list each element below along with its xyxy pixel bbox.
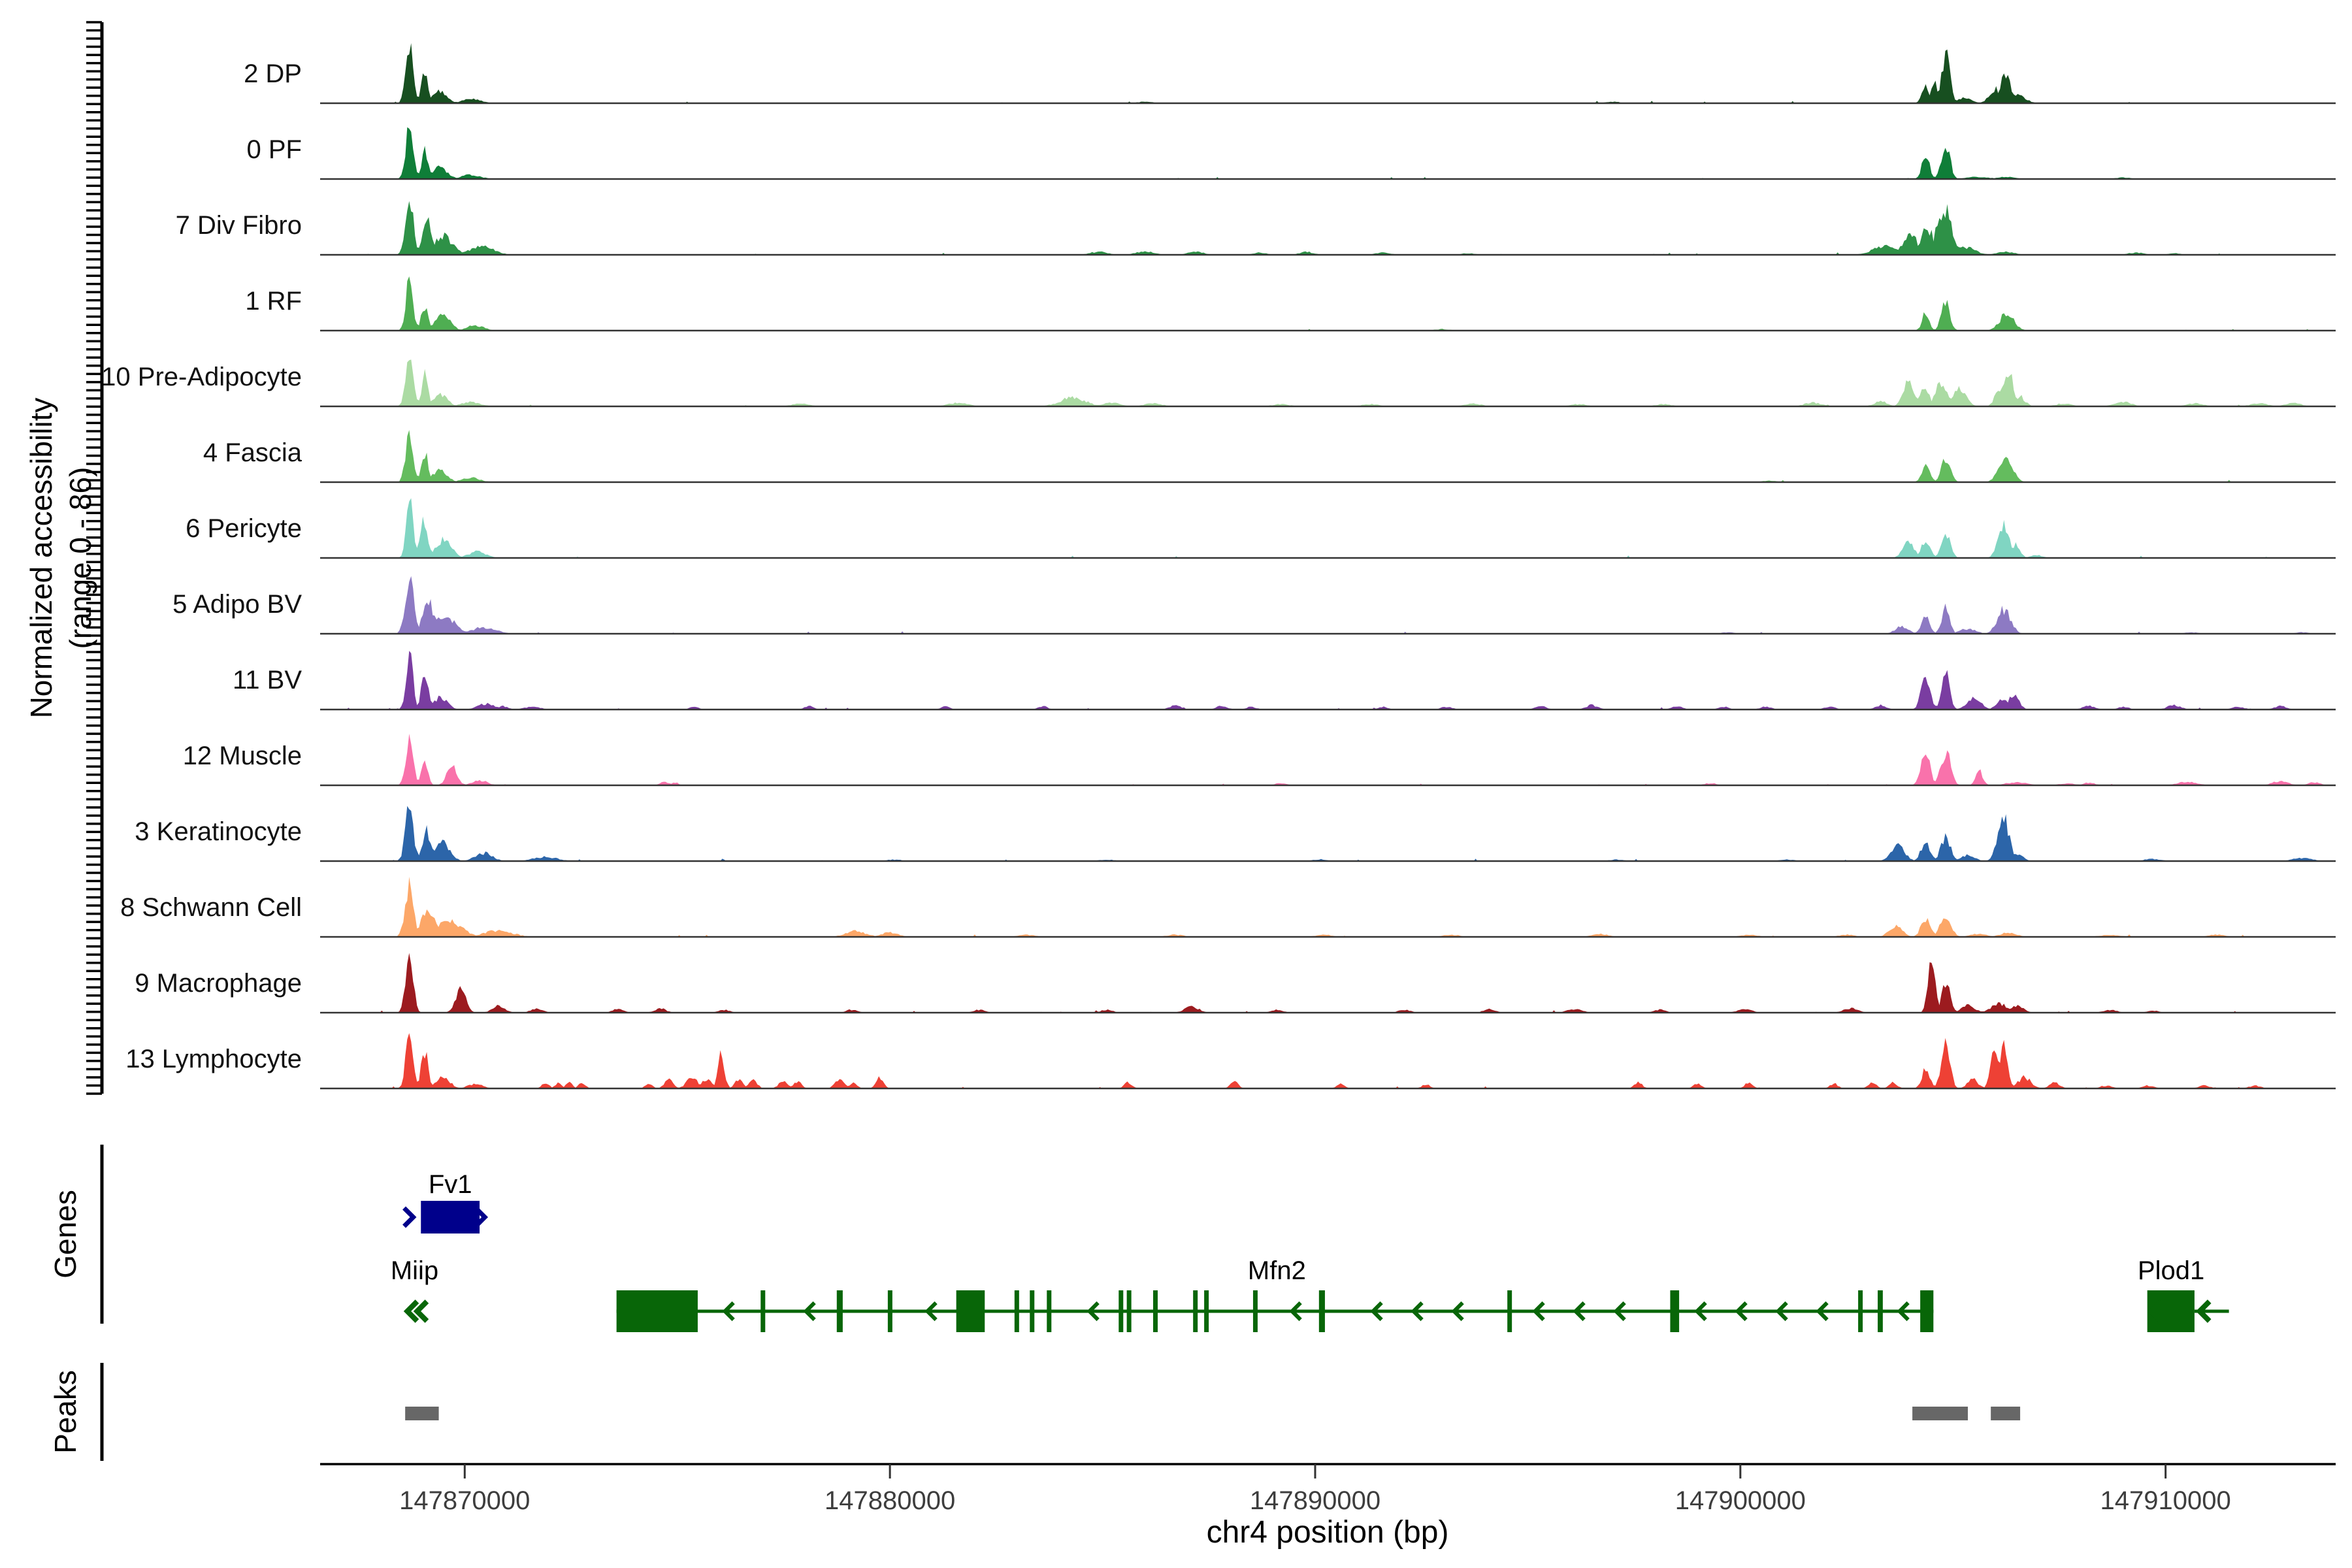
coverage-track-7-div-fibro: 7 Div Fibro [176,201,2336,255]
gene-exon [1253,1290,1258,1332]
peak-region [1991,1407,2020,1420]
signal-area [320,734,2336,785]
y-axis-title-line2: (range 0 - 86) [61,398,101,719]
peaks-section-label: Peaks [48,1370,83,1454]
track-label: 10 Pre-Adipocyte [101,363,302,391]
track-label: 5 Adipo BV [172,590,302,619]
signal-area [320,201,2336,255]
gene-exon [1015,1290,1019,1332]
track-label: 1 RF [245,287,302,316]
x-axis-tick-label: 147900000 [1675,1486,1806,1515]
gene-exon [956,1290,985,1332]
signal-area [320,576,2336,634]
gene-exon [1319,1290,1325,1332]
track-label: 8 Schwann Cell [120,893,302,922]
track-label: 3 Keratinocyte [135,817,302,846]
coverage-track-1-rf: 1 RF [245,276,2336,331]
track-label: 7 Div Fibro [176,211,302,240]
x-axis: 147870000 147880000 147890000 147900000 1479… [320,1464,2336,1515]
signal-area [320,651,2336,710]
track-label: 11 BV [233,666,302,694]
track-label: 0 PF [247,135,302,164]
peaks-track [405,1407,2020,1420]
gene-exon [1858,1290,1863,1332]
signal-area [320,276,2336,331]
gene-exon [1920,1290,1933,1332]
coverage-track-11-bv: 11 BV [233,651,2336,710]
x-axis-tick-label: 147890000 [1250,1486,1380,1515]
gene-plod1: Plod1 [2138,1256,2229,1332]
genes-track: Fv1 Miip Mfn2 Plod1 [391,1170,2229,1332]
signal-area [320,806,2336,861]
gene-body [421,1201,480,1233]
gene-exon [1507,1290,1512,1332]
genes-section-label: Genes [48,1190,83,1279]
gene-exon [1127,1290,1132,1332]
signal-area [320,498,2336,559]
y-axis-title-line1: Normalized accessibility [22,398,61,719]
gene-exon [1153,1290,1158,1332]
coverage-track-2-dp: 2 DP [244,43,2336,103]
genome-track-plot: 2 DP 0 PF 7 Div Fibro 1 RF 10 Pre-Adipocyte 4… [0,0,2352,1568]
gene-exon [1670,1290,1679,1332]
gene-fv1: Fv1 [404,1170,485,1233]
track-label: 13 Lymphocyte [125,1045,302,1073]
gene-exon [1204,1290,1209,1332]
coverage-track-4-fascia: 4 Fascia [203,430,2336,482]
signal-area [320,430,2336,482]
track-label: 6 Pericyte [186,514,302,543]
coverage-track-6-pericyte: 6 Pericyte [186,498,2336,559]
gene-exon [1119,1290,1123,1332]
gene-exon [1193,1290,1198,1332]
x-axis-tick-label: 147870000 [399,1486,530,1515]
gene-label: Plod1 [2138,1256,2204,1285]
gene-label: Miip [391,1256,438,1285]
track-label: 9 Macrophage [135,969,302,998]
gene-exon [1878,1290,1883,1332]
coverage-track-5-adipo-bv: 5 Adipo BV [172,576,2336,634]
coverage-track-8-schwann-cell: 8 Schwann Cell [120,877,2336,937]
signal-area [320,1033,2336,1088]
strand-arrow-left-icon [417,1301,427,1321]
gene-label: Mfn2 [1248,1256,1306,1285]
gene-exon [1030,1290,1034,1332]
coverage-track-10-pre-adipocyte: 10 Pre-Adipocyte [101,359,2336,406]
coverage-track-13-lymphocyte: 13 Lymphocyte [125,1033,2336,1088]
x-axis-tick-label: 147910000 [2100,1486,2231,1515]
gene-exon [617,1290,698,1332]
gene-mfn2: Mfn2 [617,1256,1934,1332]
gene-exon [837,1290,843,1332]
x-axis-tick-label: 147880000 [825,1486,955,1515]
figure-canvas: 2 DP 0 PF 7 Div Fibro 1 RF 10 Pre-Adipocyte 4… [0,0,2352,1568]
signal-area [320,953,2336,1013]
track-label: 2 DP [244,59,302,88]
gene-exon [888,1290,892,1332]
gene-label: Fv1 [429,1170,472,1199]
coverage-track-3-keratinocyte: 3 Keratinocyte [135,806,2336,861]
strand-arrow-right-icon [404,1208,414,1226]
track-label: 12 Muscle [183,742,302,770]
x-axis-title: chr4 position (bp) [1207,1514,1449,1550]
gene-exon [760,1290,765,1332]
track-label: 4 Fascia [203,438,302,467]
peak-region [405,1407,438,1420]
y-axis-title: Normalized accessibility (range 0 - 86) [22,398,101,719]
signal-area [320,359,2336,406]
signal-area [320,127,2336,179]
signal-area [320,43,2336,103]
coverage-track-9-macrophage: 9 Macrophage [135,953,2336,1013]
signal-area [320,877,2336,937]
gene-exon [1047,1290,1051,1332]
coverage-track-12-muscle: 12 Muscle [183,734,2336,785]
peak-region [1912,1407,1968,1420]
coverage-track-0-pf: 0 PF [247,127,2336,179]
gene-miip: Miip [391,1256,438,1321]
